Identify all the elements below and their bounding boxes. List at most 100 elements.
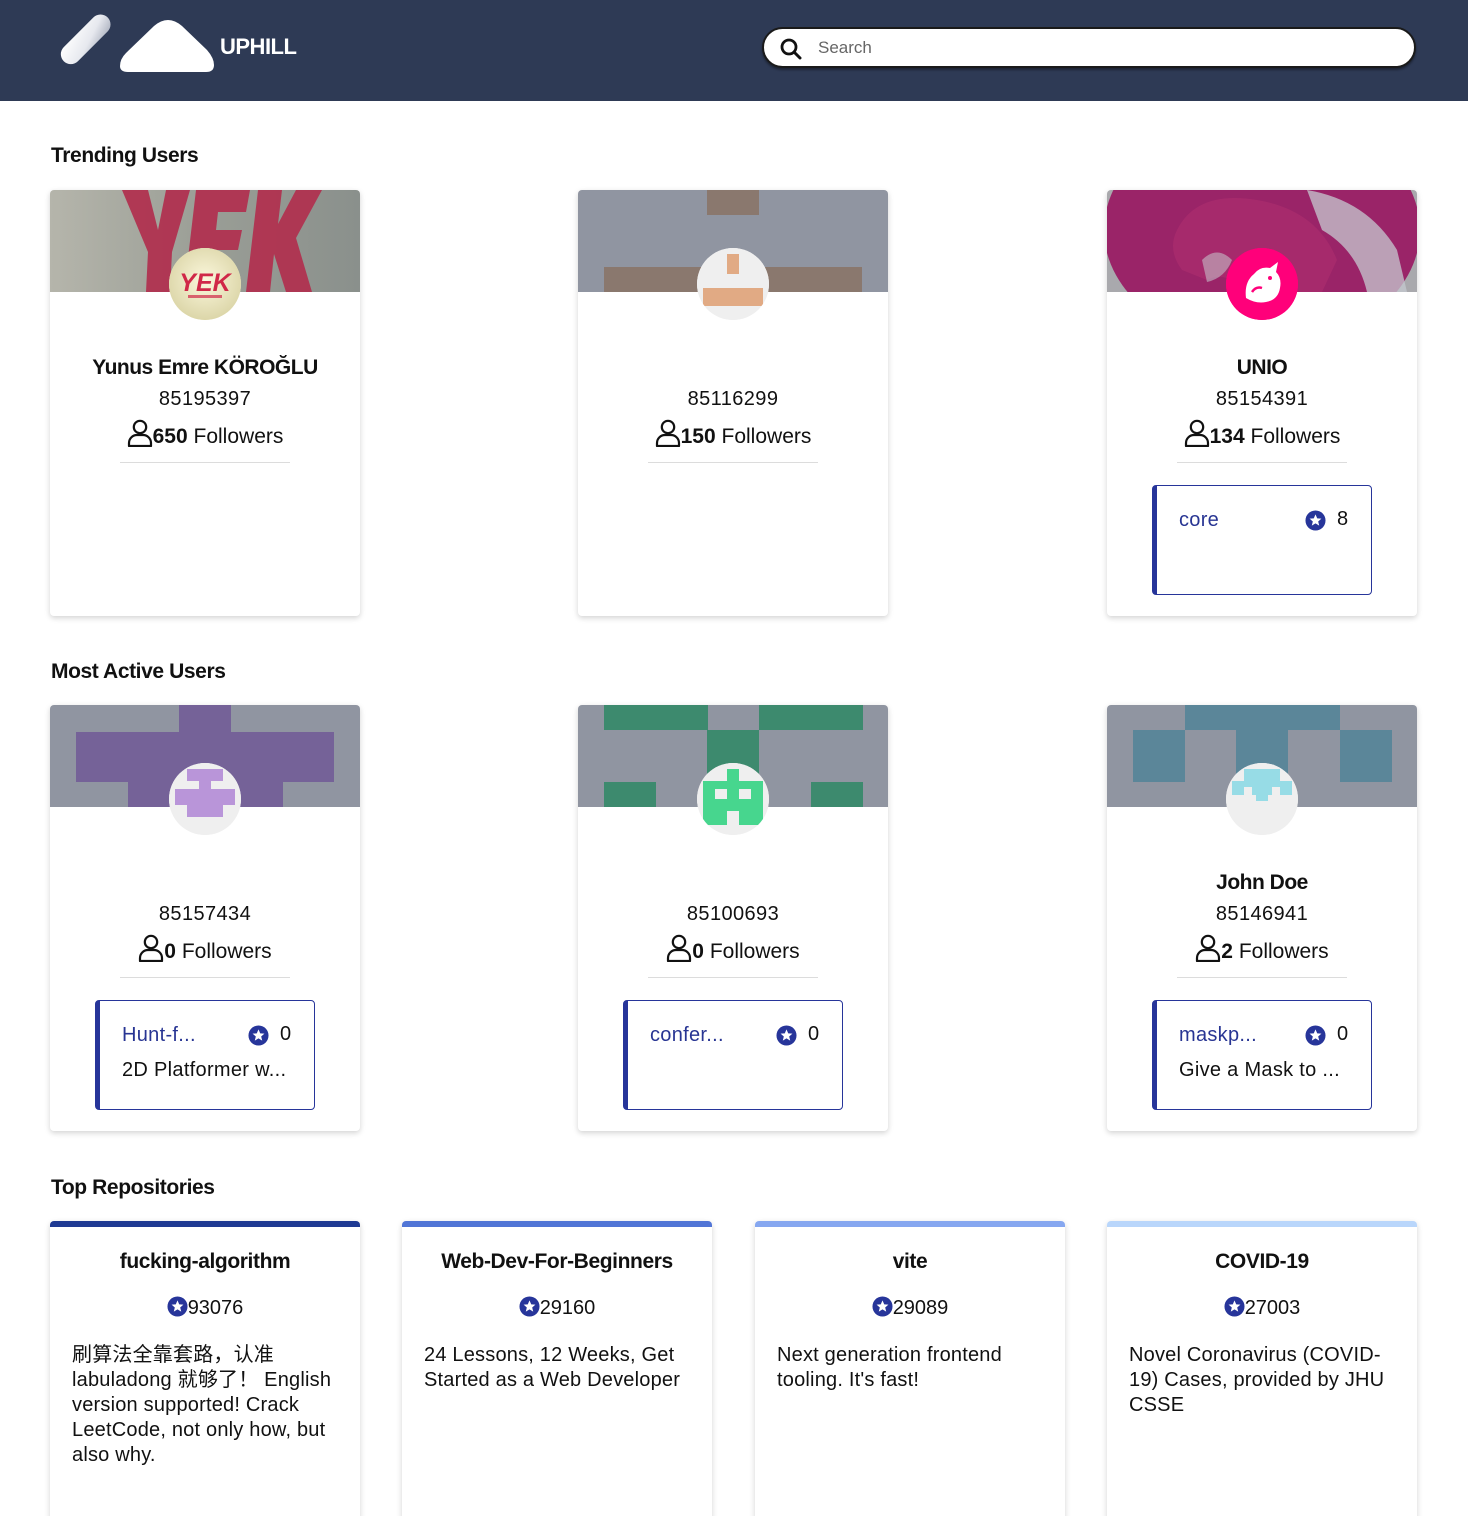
followers-count: 134 Followers	[1107, 419, 1417, 449]
user-avatar[interactable]	[697, 248, 769, 320]
followers-count: 0 Followers	[50, 934, 360, 964]
followers-number: 650	[152, 425, 188, 448]
followers-number: 0	[692, 940, 704, 963]
top-repo-description: 24 Lessons, 12 Weeks, Get Started as a W…	[424, 1344, 681, 1391]
star-icon	[872, 1296, 893, 1317]
user-id: 85157434	[158, 903, 252, 925]
card-accent-bar	[755, 1221, 1065, 1227]
top-repo-description: 刷算法全靠套路，认准 labuladong 就够了！ English versi…	[72, 1344, 332, 1466]
search-bar[interactable]	[762, 27, 1416, 68]
followers-number: 134	[1209, 425, 1245, 448]
person-icon	[655, 419, 681, 447]
user-card[interactable]: UNIO 85154391 134 Followers core 8	[1107, 190, 1417, 616]
top-repo-card[interactable]: COVID-19 27003 Novel Coronavirus (COVID-…	[1107, 1221, 1417, 1516]
followers-label: Followers	[715, 425, 812, 448]
top-repositories-title: Top Repositories	[51, 1176, 215, 1199]
top-repo-star-count: 93076	[187, 1297, 244, 1319]
card-divider	[648, 977, 818, 978]
repo-box[interactable]: core 8	[1152, 485, 1372, 595]
top-repo-name[interactable]: fucking-algorithm	[50, 1250, 360, 1274]
star-icon	[248, 1025, 269, 1046]
repo-stars: 0	[1337, 1023, 1349, 1045]
card-divider	[120, 977, 290, 978]
repo-name[interactable]: maskp...	[1179, 1024, 1279, 1047]
user-card[interactable]: YEK Yunus Emre KÖROĞLU 85195397 650 Foll…	[50, 190, 360, 616]
user-name[interactable]: Yunus Emre KÖROĞLU	[50, 356, 360, 380]
followers-count: 2 Followers	[1107, 934, 1417, 964]
top-repo-stars: 29089	[755, 1296, 1065, 1320]
user-avatar[interactable]: YEK	[169, 248, 241, 320]
star-icon	[1305, 1025, 1326, 1046]
search-input[interactable]	[818, 35, 1398, 61]
top-navbar: UPHILL	[0, 0, 1468, 101]
repo-description: 2D Platformer w...	[122, 1059, 287, 1081]
repo-name[interactable]: confer...	[650, 1024, 750, 1047]
top-repo-card[interactable]: fucking-algorithm 93076 刷算法全靠套路，认准 labul…	[50, 1221, 360, 1516]
user-card[interactable]: 85116299 150 Followers	[578, 190, 888, 616]
search-icon	[780, 38, 802, 60]
card-divider	[120, 462, 290, 463]
top-repo-star-count: 29089	[892, 1297, 949, 1319]
logo-text[interactable]: UPHILL	[220, 34, 297, 60]
followers-count: 650 Followers	[50, 419, 360, 449]
top-repo-star-count: 27003	[1244, 1297, 1301, 1319]
person-icon	[1195, 934, 1221, 962]
user-avatar[interactable]	[697, 763, 769, 835]
trending-users-title: Trending Users	[51, 144, 199, 167]
user-card[interactable]: 85100693 0 Followers confer... 0	[578, 705, 888, 1131]
repo-name[interactable]: Hunt-f...	[122, 1024, 222, 1047]
followers-count: 0 Followers	[578, 934, 888, 964]
top-repo-description: Novel Coronavirus (COVID-19) Cases, prov…	[1129, 1344, 1385, 1416]
repo-description: Give a Mask to ...	[1179, 1059, 1341, 1081]
repo-stars: 8	[1337, 508, 1349, 530]
repo-stars: 0	[808, 1023, 820, 1045]
most-active-users-title: Most Active Users	[51, 660, 226, 683]
top-repo-stars: 27003	[1107, 1296, 1417, 1320]
followers-label: Followers	[187, 425, 284, 448]
top-repo-star-count: 29160	[539, 1297, 596, 1319]
top-repo-description: Next generation frontend tooling. It's f…	[777, 1344, 1002, 1391]
top-repo-name[interactable]: COVID-19	[1107, 1250, 1417, 1274]
person-icon	[138, 934, 164, 962]
user-card[interactable]: 85157434 0 Followers Hunt-f... 0 2D Plat…	[50, 705, 360, 1131]
card-divider	[648, 462, 818, 463]
user-name[interactable]: UNIO	[1107, 356, 1417, 380]
card-accent-bar	[402, 1221, 712, 1227]
repo-box[interactable]: confer... 0	[623, 1000, 843, 1110]
repo-stars: 0	[280, 1023, 292, 1045]
user-id: 85154391	[1215, 388, 1309, 410]
star-icon	[1305, 510, 1326, 531]
person-icon	[127, 419, 153, 447]
top-repo-card[interactable]: Web-Dev-For-Beginners 29160 24 Lessons, …	[402, 1221, 712, 1516]
user-card[interactable]: John Doe 85146941 2 Followers maskp... 0…	[1107, 705, 1417, 1131]
star-icon	[519, 1296, 540, 1317]
top-repo-stars: 29160	[402, 1296, 712, 1320]
user-avatar[interactable]	[1226, 763, 1298, 835]
top-repo-name[interactable]: vite	[755, 1250, 1065, 1274]
followers-label: Followers	[1232, 940, 1329, 963]
user-id: 85116299	[687, 388, 779, 410]
card-divider	[1177, 462, 1347, 463]
top-repo-card[interactable]: vite 29089 Next generation frontend tool…	[755, 1221, 1065, 1516]
person-icon	[666, 934, 692, 962]
repo-name[interactable]: core	[1179, 509, 1279, 532]
repo-box[interactable]: maskp... 0 Give a Mask to ...	[1152, 1000, 1372, 1110]
user-id: 85100693	[686, 903, 780, 925]
star-icon	[1224, 1296, 1245, 1317]
user-id: 85195397	[158, 388, 252, 410]
followers-number: 0	[164, 940, 176, 963]
followers-number: 2	[1221, 940, 1233, 963]
followers-number: 150	[680, 425, 716, 448]
repo-box[interactable]: Hunt-f... 0 2D Platformer w...	[95, 1000, 315, 1110]
followers-label: Followers	[175, 940, 272, 963]
star-icon	[776, 1025, 797, 1046]
top-repo-name[interactable]: Web-Dev-For-Beginners	[402, 1250, 712, 1274]
person-icon	[1184, 419, 1210, 447]
card-divider	[1177, 977, 1347, 978]
top-repo-stars: 93076	[50, 1296, 360, 1320]
followers-count: 150 Followers	[578, 419, 888, 449]
star-icon	[167, 1296, 188, 1317]
user-name[interactable]: John Doe	[1107, 871, 1417, 895]
user-avatar[interactable]	[169, 763, 241, 835]
user-avatar[interactable]	[1226, 248, 1298, 320]
